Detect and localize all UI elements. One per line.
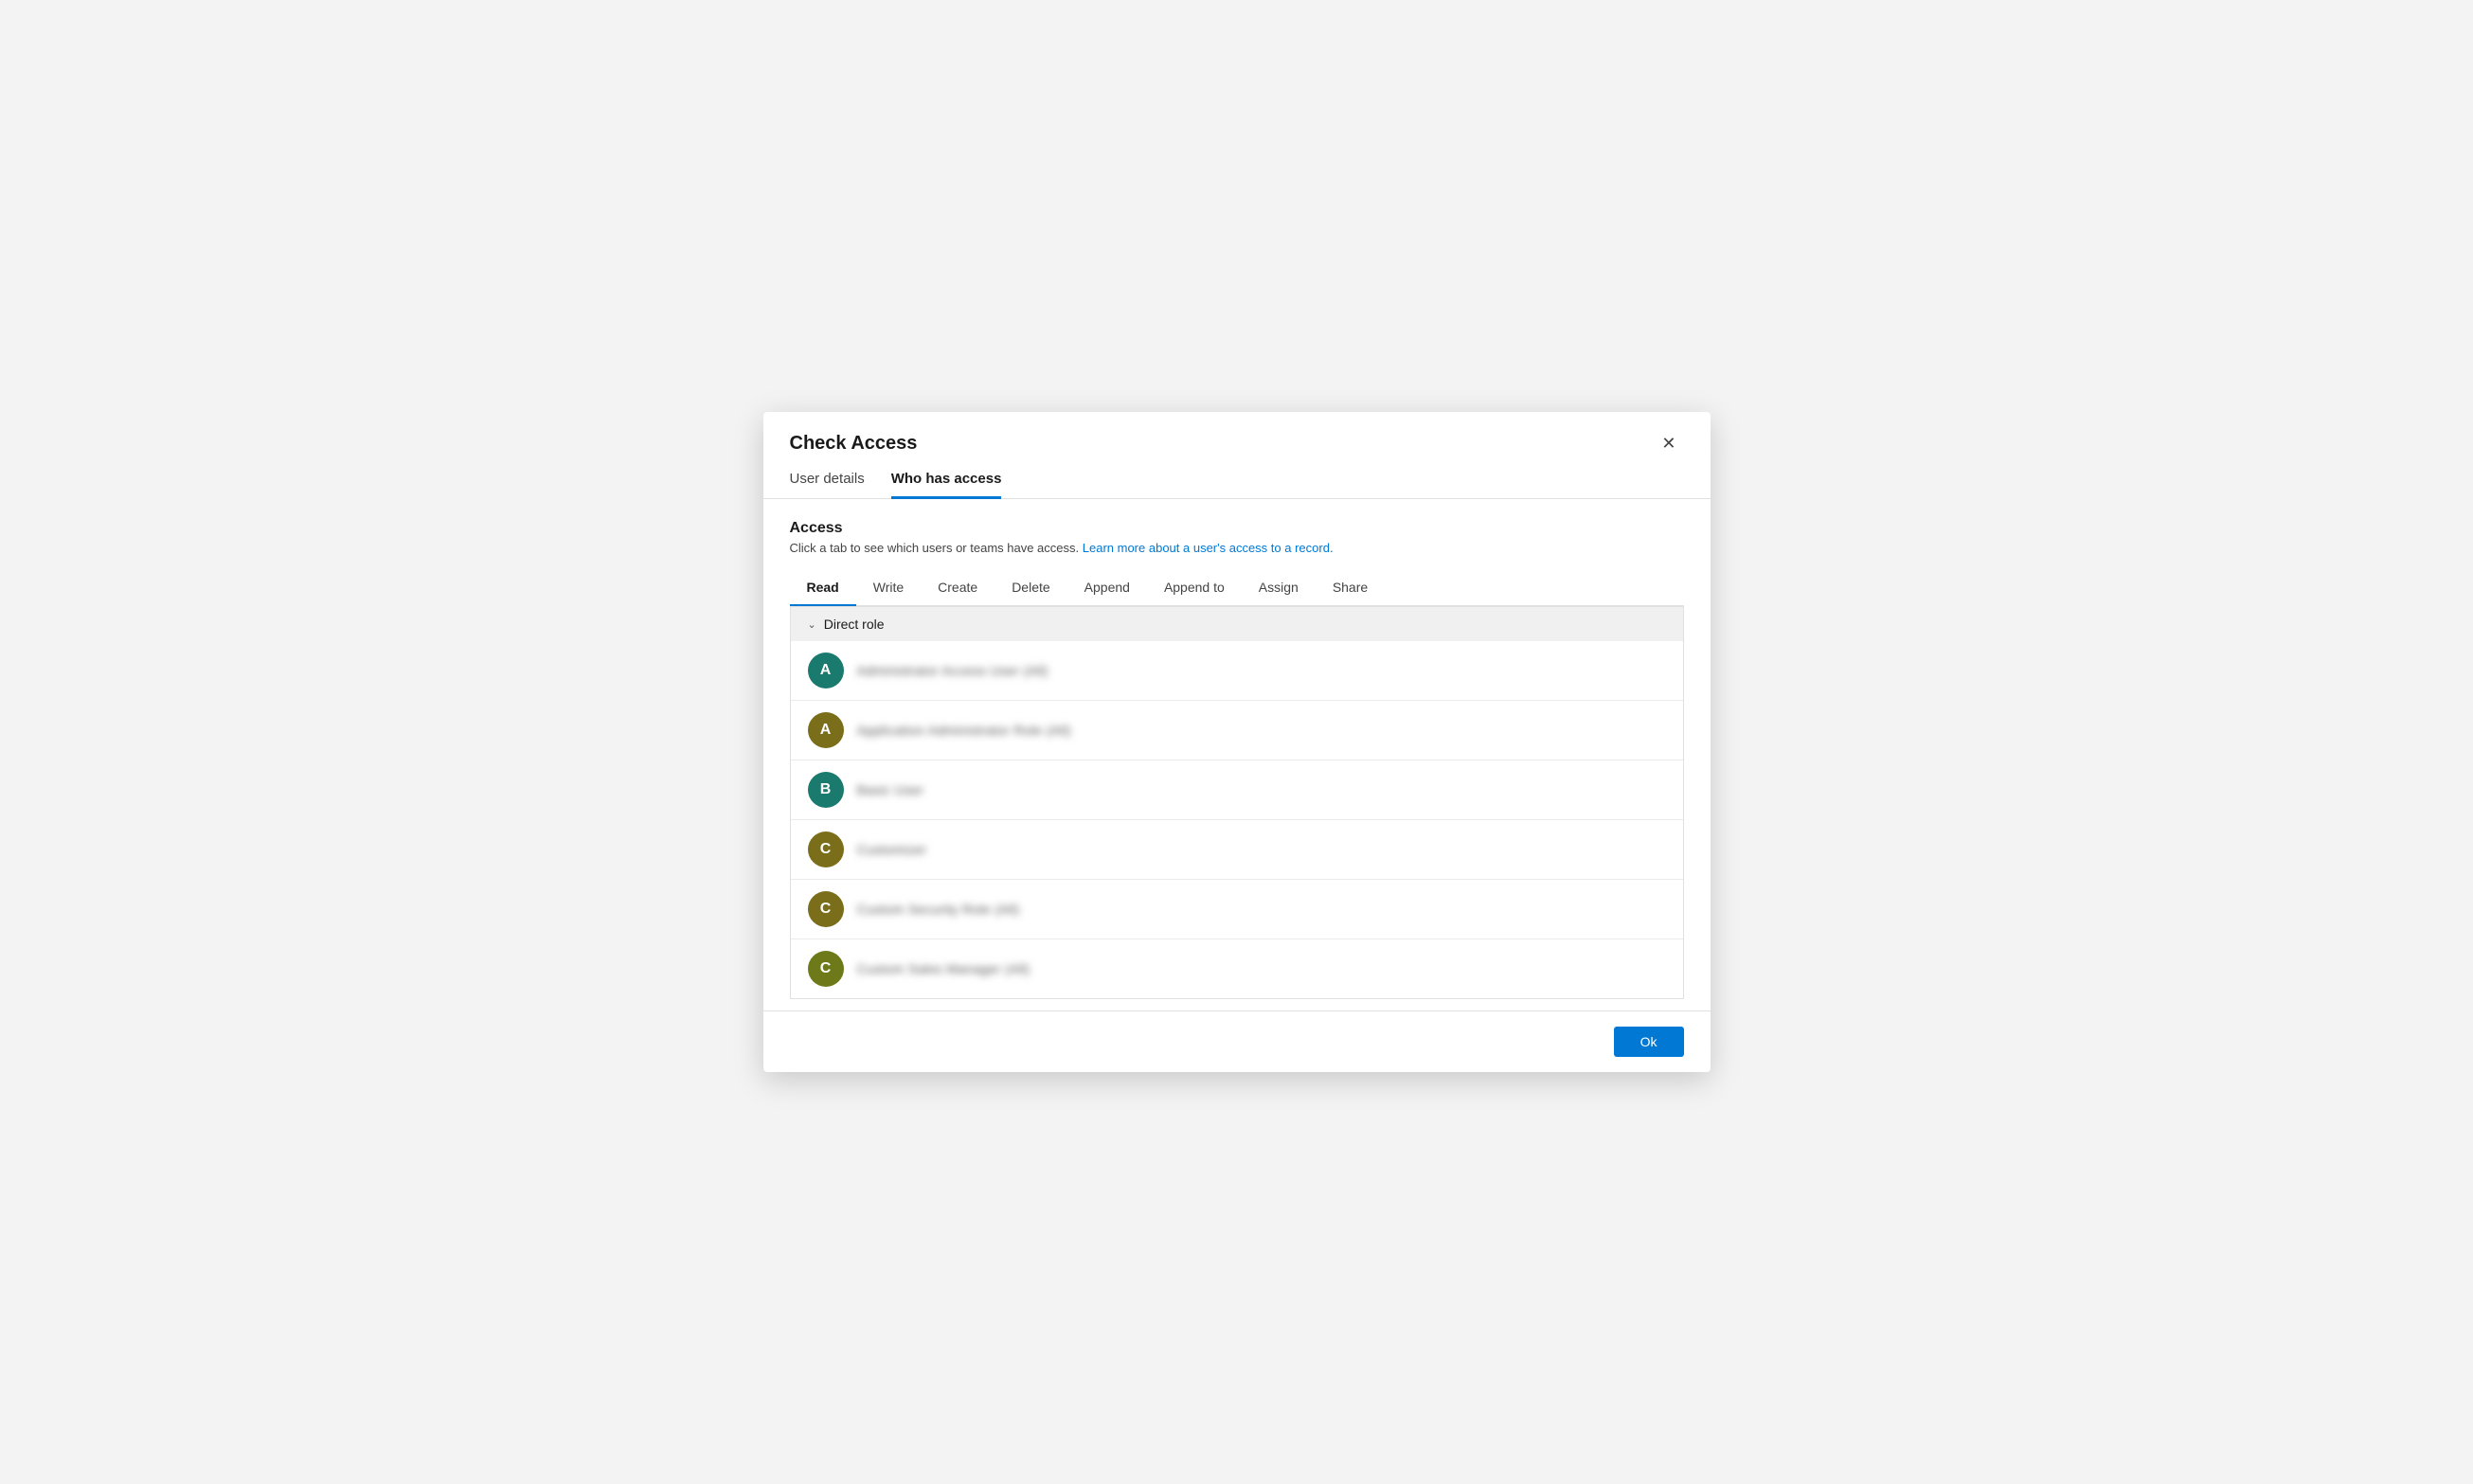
table-row: C Custom Sales Manager (All) xyxy=(791,939,1683,998)
table-row: A Application Administrator Role (All) xyxy=(791,701,1683,760)
perm-tab-assign[interactable]: Assign xyxy=(1242,572,1316,606)
tab-user-details[interactable]: User details xyxy=(790,471,865,499)
access-description: Click a tab to see which users or teams … xyxy=(790,541,1684,555)
perm-tab-append[interactable]: Append xyxy=(1067,572,1147,606)
user-name: Customizer xyxy=(857,842,927,857)
learn-more-link[interactable]: Learn more about a user's access to a re… xyxy=(1083,541,1334,555)
close-button[interactable]: ✕ xyxy=(1654,431,1683,456)
ok-button[interactable]: Ok xyxy=(1614,1027,1684,1057)
perm-tab-write[interactable]: Write xyxy=(856,572,921,606)
tab-who-has-access[interactable]: Who has access xyxy=(891,471,1002,499)
perm-tab-read[interactable]: Read xyxy=(790,572,856,606)
access-heading: Access xyxy=(790,520,1684,537)
table-row: C Customizer xyxy=(791,820,1683,880)
user-name: Basic User xyxy=(857,782,924,797)
user-name: Administrator Access User (All) xyxy=(857,663,1048,678)
dialog-footer: Ok xyxy=(763,1010,1711,1072)
content-area: Access Click a tab to see which users or… xyxy=(763,499,1711,999)
top-tabs: User details Who has access xyxy=(763,456,1711,499)
table-row: A Administrator Access User (All) xyxy=(791,641,1683,701)
avatar: C xyxy=(808,951,844,987)
avatar: B xyxy=(808,772,844,808)
avatar: C xyxy=(808,891,844,927)
avatar: A xyxy=(808,712,844,748)
dialog-title: Check Access xyxy=(790,433,918,455)
table-row: C Custom Security Role (All) xyxy=(791,880,1683,939)
user-name: Custom Security Role (All) xyxy=(857,902,1020,917)
table-row: B Basic User xyxy=(791,760,1683,820)
perm-tab-share[interactable]: Share xyxy=(1316,572,1385,606)
user-name: Application Administrator Role (All) xyxy=(857,723,1071,738)
access-desc-text: Click a tab to see which users or teams … xyxy=(790,541,1080,555)
user-name: Custom Sales Manager (All) xyxy=(857,961,1030,976)
avatar: A xyxy=(808,653,844,688)
permission-tabs: Read Write Create Delete Append Append t… xyxy=(790,572,1684,606)
perm-tab-create[interactable]: Create xyxy=(921,572,995,606)
perm-tab-append-to[interactable]: Append to xyxy=(1147,572,1242,606)
dialog-header: Check Access ✕ xyxy=(763,412,1711,456)
check-access-dialog: Check Access ✕ User details Who has acce… xyxy=(763,412,1711,1072)
perm-tab-delete[interactable]: Delete xyxy=(995,572,1066,606)
users-list-container: ⌄ Direct role A Administrator Access Use… xyxy=(790,606,1684,999)
direct-role-header[interactable]: ⌄ Direct role xyxy=(791,607,1683,641)
direct-role-label: Direct role xyxy=(824,617,885,632)
chevron-down-icon: ⌄ xyxy=(808,618,816,631)
avatar: C xyxy=(808,831,844,867)
